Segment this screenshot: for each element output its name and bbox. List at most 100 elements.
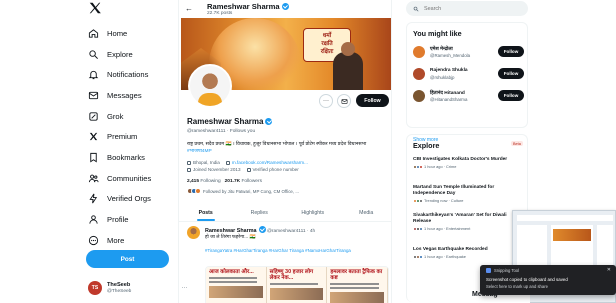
followers-link[interactable]: 201.7K Followers [225, 179, 262, 184]
explore-item-meta-text: 1 hour ago · Entertainment [424, 226, 471, 231]
follow-button[interactable]: Follow [498, 46, 524, 57]
following-link[interactable]: 2,415 Following [187, 179, 221, 184]
mail-icon [341, 98, 347, 104]
nav-premium[interactable]: Premium [88, 126, 151, 147]
person-icon [88, 214, 99, 225]
explore-item-meta: 1 hour ago · Crime [413, 164, 523, 169]
tweet-header: Rameshwar Sharma @rameshwar4111 · 4h [205, 226, 315, 234]
source-avatars [413, 198, 423, 203]
suggested-user-handle: @HitanandSharma [430, 97, 468, 102]
nav-notifications-label: Notifications [107, 70, 149, 80]
bell-icon [88, 69, 99, 80]
suggested-user[interactable]: Rajendra Shukla @rshuklabjp Follow [413, 65, 525, 85]
x-logo-icon[interactable] [88, 1, 102, 15]
post-button[interactable]: Post [86, 250, 169, 268]
tweet-text: हो जा ले तिरंगा फहरेगा... 🇮🇳 [205, 235, 256, 240]
you-might-like-panel: You might like एमेश मेन्द्रोला @Ramesh_M… [406, 22, 528, 143]
follow-button[interactable]: Follow [498, 68, 524, 79]
toast-app-name: Snipping Tool [494, 268, 520, 273]
message-button[interactable] [337, 94, 351, 108]
search-icon [88, 49, 99, 60]
nav-explore[interactable]: Explore [88, 44, 151, 65]
profile-header-bar: ← Rameshwar Sharma 22.7K posts [179, 0, 391, 18]
suggested-user[interactable]: एमेश मेन्द्रोला @Ramesh_Mendola Follow [413, 43, 525, 63]
tweet[interactable]: Rameshwar Sharma @rameshwar4111 · 4h हो … [179, 224, 391, 303]
clip-photo [269, 288, 324, 300]
bio-hashtag-link[interactable]: #भाजपा4MP [187, 149, 212, 154]
nav-profile[interactable]: Profile [88, 209, 151, 230]
explore-item[interactable]: Los Vegas Earthquake Recorded 1 hour ago… [413, 247, 523, 259]
clip-line [269, 283, 318, 285]
profile-avatar[interactable] [188, 64, 232, 108]
profile-tabs: Posts Replies Highlights Media [179, 204, 392, 222]
more-options-button[interactable]: ··· [319, 94, 333, 108]
tweet-hashtags[interactable]: #TirangaYatra #HarGharTiranga #HarGhar T… [205, 248, 391, 254]
tweet-avatar[interactable] [187, 226, 200, 239]
thumb-bar [517, 215, 613, 221]
mail-icon [88, 90, 99, 101]
explore-item[interactable]: Sivakarthikeyan's 'Amaran' Set for Diwal… [413, 213, 523, 231]
explore-item[interactable]: CBI Investigates Kolkata Doctor's Murder… [413, 157, 523, 169]
nav-grok-label: Grok [107, 111, 124, 121]
suggested-user-avatar [413, 68, 425, 80]
tweet-media[interactable]: आज कोलकाता और... सहिष्णु 30 हजार लोग लेक… [205, 266, 389, 303]
website-link[interactable]: m.facebook.com/Rameshwarsharm... [225, 159, 308, 166]
source-avatars [413, 226, 423, 231]
nav-grok[interactable]: Grok [88, 106, 151, 127]
nav-communities-label: Communities [107, 173, 152, 183]
tab-highlights[interactable]: Highlights [286, 204, 340, 221]
follow-button[interactable]: Follow [498, 90, 524, 101]
verified-phone: Verified phone number [246, 166, 299, 173]
tab-media[interactable]: Media [340, 204, 392, 221]
nav-communities[interactable]: Communities [88, 168, 151, 189]
suggested-user[interactable]: हितानंद Hitanand @HitanandSharma Follow [413, 87, 525, 107]
followed-by[interactable]: Followed by Jitu Patwari, MP Cong, CM Of… [187, 188, 299, 194]
nav-more[interactable]: More [88, 230, 151, 251]
home-icon [88, 28, 99, 39]
suggested-user-name: Rajendra Shukla [430, 68, 468, 73]
nav-verified-orgs[interactable]: Verified Orgs [88, 189, 151, 210]
nav-profile-label: Profile [107, 215, 129, 225]
explore-item[interactable]: Martand Sun Temple Illuminated for Indep… [413, 185, 523, 203]
tab-posts[interactable]: Posts [179, 204, 233, 221]
join-date: Joined November 2013 [187, 166, 241, 173]
explore-item-title: Los Vegas Earthquake Recorded [413, 247, 488, 252]
account-switcher[interactable]: TS TheSeeb @TheSeeb ··· [88, 281, 187, 295]
verified-badge-icon [265, 118, 273, 125]
tab-replies[interactable]: Replies [233, 204, 287, 221]
explore-item-title: Sivakarthikeyan's 'Amaran' Set for Diwal… [413, 213, 507, 224]
newspaper-clip: आज कोलकाता और... [206, 267, 267, 303]
back-arrow-icon[interactable]: ← [185, 4, 193, 13]
account-avatar: TS [88, 281, 102, 295]
suggested-user-name: एमेश मेन्द्रोला [430, 47, 453, 52]
nav-notifications[interactable]: Notifications [88, 64, 151, 85]
search-box[interactable] [406, 1, 528, 16]
nav-messages[interactable]: Messages [88, 85, 151, 106]
phone-check-icon [246, 167, 251, 172]
suggested-user-avatar [413, 90, 425, 102]
link-icon [225, 160, 230, 165]
header-name: Rameshwar Sharma [207, 2, 280, 11]
newspaper-clip: हमलावर बताता ट्रैफिक का कष्ट [327, 267, 388, 303]
snipping-tool-notification[interactable]: Snipping Tool ✕ Screenshot copied to cli… [480, 265, 616, 295]
followers-label: Followers [241, 179, 262, 184]
toast-app: Snipping Tool [486, 268, 519, 273]
nav-bookmarks[interactable]: Bookmarks [88, 147, 151, 168]
search-icon [413, 6, 419, 11]
verified-badge-icon [258, 226, 266, 233]
search-input[interactable] [424, 5, 524, 12]
clip-headline: हमलावर बताता ट्रैफिक का कष्ट [330, 269, 383, 281]
explore-item-meta-text: 1 hour ago · Earthquake [424, 254, 466, 259]
toast-sub-message: Select here to mark up and share [486, 284, 548, 289]
follow-button[interactable]: Follow [356, 94, 389, 107]
lightning-icon [88, 193, 99, 204]
explore-item-meta: 1 hour ago · Entertainment [413, 226, 523, 231]
clip-photo [330, 292, 385, 303]
left-sidebar: Home Explore Notifications Messages Grok… [0, 0, 187, 303]
thumb-banner [553, 229, 591, 241]
nav-home[interactable]: Home [88, 23, 151, 44]
suggested-user-handle: @rshuklabjp [430, 75, 455, 80]
profile-name: Rameshwar Sharma [187, 117, 273, 126]
close-icon[interactable]: ✕ [607, 267, 611, 273]
verified-phone-text: Verified phone number [252, 167, 299, 172]
